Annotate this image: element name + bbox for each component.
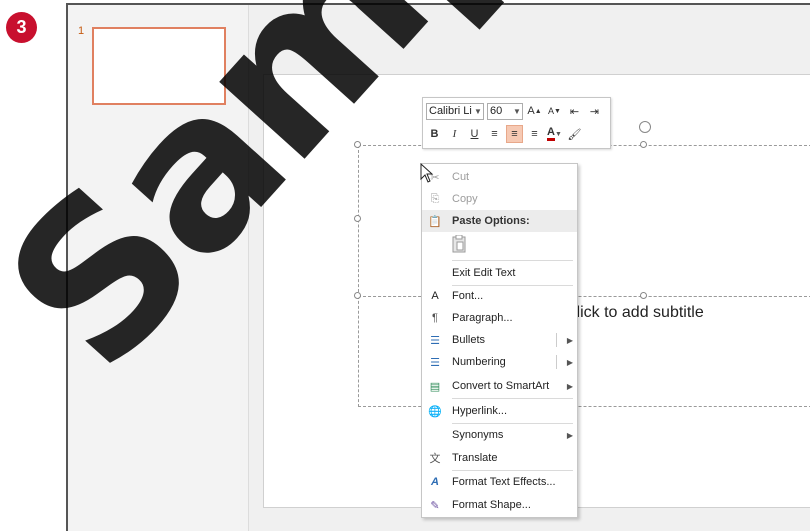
underline-button[interactable]: U	[466, 125, 483, 143]
decrease-font-size-button[interactable]: A ▼	[546, 102, 563, 120]
paste-keep-text-icon[interactable]	[452, 235, 466, 253]
font-size-value: 60	[490, 105, 503, 117]
smartart-icon: ▤	[429, 380, 441, 393]
paragraph-icon: ¶	[432, 312, 438, 324]
submenu-arrow-icon: ▶	[566, 357, 574, 367]
mouse-pointer-icon	[420, 163, 434, 183]
format-shape-icon: ✎	[430, 499, 440, 512]
increase-font-size-button[interactable]: A ▲	[526, 102, 543, 120]
clipboard-icon: 📋	[428, 215, 442, 228]
chevron-down-icon: ▼	[555, 130, 562, 138]
submenu-arrow-icon: ▶	[566, 430, 574, 440]
copy-icon: ⎘	[430, 192, 440, 205]
align-center-icon[interactable]: ≡	[506, 125, 523, 143]
menu-item-format-text-effects[interactable]: A Format Text Effects...	[422, 471, 577, 493]
bold-button[interactable]: B	[426, 125, 443, 143]
menu-item-bullets[interactable]: ☰ Bullets ▶	[422, 329, 577, 351]
paste-options-header: 📋 Paste Options:	[422, 210, 577, 232]
submenu-arrow-icon: ▶	[566, 381, 574, 391]
menu-item-cut[interactable]: ✂ Cut	[422, 166, 577, 188]
menu-separator	[452, 260, 573, 261]
text-effects-icon: A	[431, 476, 439, 488]
increase-indent-icon[interactable]: ⇥	[586, 102, 603, 120]
resize-handle[interactable]	[354, 292, 361, 299]
resize-handle[interactable]	[640, 141, 647, 148]
hyperlink-icon: 🌐	[428, 405, 442, 418]
menu-item-hyperlink[interactable]: 🌐 Hyperlink...	[422, 400, 577, 422]
resize-handle[interactable]	[354, 215, 361, 222]
submenu-arrow-icon: ▶	[566, 335, 574, 345]
rotate-handle-icon[interactable]	[639, 121, 651, 133]
menu-item-format-shape[interactable]: ✎ Format Shape...	[422, 494, 577, 516]
menu-separator	[452, 398, 573, 399]
menu-item-translate[interactable]: 文 Translate	[422, 447, 577, 469]
menu-item-copy[interactable]: ⎘ Copy	[422, 188, 577, 210]
resize-handle[interactable]	[354, 141, 361, 148]
font-color-icon: A	[547, 127, 555, 141]
font-name-value: Calibri Li	[429, 105, 472, 117]
context-menu: ✂ Cut ⎘ Copy 📋 Paste Options: Exit Edit …	[421, 163, 578, 518]
menu-item-font[interactable]: A Font...	[422, 285, 577, 307]
font-icon: A	[431, 290, 439, 302]
chevron-down-icon: ▼	[513, 106, 521, 116]
italic-button[interactable]: I	[446, 125, 463, 143]
resize-handle[interactable]	[640, 292, 647, 299]
bullets-icon: ☰	[430, 334, 440, 347]
numbering-icon: ☰	[430, 356, 440, 369]
format-painter-icon[interactable]: 🖌	[566, 125, 583, 143]
chevron-down-icon: ▼	[474, 106, 482, 116]
translate-icon: 文	[429, 453, 441, 465]
slide-thumbnail[interactable]	[92, 27, 226, 105]
align-right-icon[interactable]: ≡	[526, 125, 543, 143]
step-number-badge: 3	[6, 12, 37, 43]
font-name-combo[interactable]: Calibri Li ▼	[426, 102, 484, 120]
mini-toolbar: Calibri Li ▼ 60 ▼ A ▲ A ▼ ⇤ ⇥ B I U ≡ ≡ ≡ …	[422, 97, 611, 149]
slide-thumbnail-pane: 1	[68, 5, 249, 531]
align-left-icon[interactable]: ≡	[486, 125, 503, 143]
subtitle-placeholder-text: Click to add subtitle	[565, 304, 704, 322]
menu-item-numbering[interactable]: ☰ Numbering ▶	[422, 351, 577, 373]
menu-item-paragraph[interactable]: ¶ Paragraph...	[422, 307, 577, 329]
decrease-indent-icon[interactable]: ⇤	[566, 102, 583, 120]
font-size-combo[interactable]: 60 ▼	[487, 102, 523, 120]
menu-item-exit-edit-text[interactable]: Exit Edit Text	[422, 262, 577, 284]
menu-item-convert-smartart[interactable]: ▤ Convert to SmartArt ▶	[422, 375, 577, 397]
slide-number: 1	[78, 25, 85, 37]
menu-item-synonyms[interactable]: Synonyms ▶	[422, 424, 577, 446]
font-color-button[interactable]: A ▼	[546, 125, 563, 143]
